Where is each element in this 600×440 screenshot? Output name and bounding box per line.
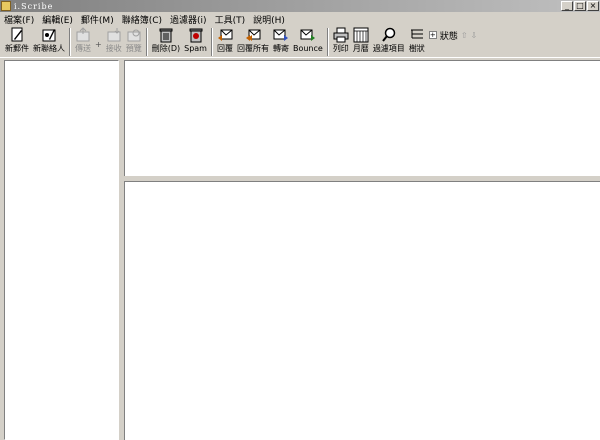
magnifier-icon <box>381 27 397 43</box>
app-icon[interactable] <box>1 1 11 11</box>
delete-button[interactable]: 刪除(D) <box>150 26 182 58</box>
trash-icon <box>158 27 174 43</box>
message-list-pane[interactable] <box>124 60 600 176</box>
status-expand-icon[interactable]: + <box>428 31 437 39</box>
arrow-up-icon[interactable]: ⇧ <box>461 31 468 40</box>
toolbar-separator <box>326 28 329 56</box>
menu-bar: 檔案(F) 編輯(E) 郵件(M) 聯絡簿(C) 過濾器(i) 工具(T) 說明… <box>0 12 600 26</box>
title-bar[interactable]: i.Scribe _ □ × <box>0 0 600 12</box>
bounce-button[interactable]: Bounce <box>291 26 325 58</box>
reply-all-button[interactable]: 回覆所有 <box>235 26 271 58</box>
reply-label: 回覆 <box>216 44 233 53</box>
printer-icon <box>333 27 349 43</box>
toolbar-separator <box>210 28 213 56</box>
menu-help[interactable]: 說明(H) <box>253 13 285 26</box>
preview-label: 預覽 <box>125 44 142 53</box>
spam-button[interactable]: Spam <box>182 26 209 58</box>
filter-items-button[interactable]: 過濾項目 <box>371 26 407 58</box>
arrow-down-icon[interactable]: ⇩ <box>471 31 478 40</box>
threads-button[interactable]: 樹狀 <box>407 26 427 58</box>
receive-label: 接收 <box>105 44 122 53</box>
spam-label: Spam <box>184 44 207 53</box>
send-label: 傳送 <box>75 44 91 53</box>
bounce-icon <box>300 27 316 43</box>
calendar-button[interactable]: 月曆 <box>351 26 371 58</box>
send-options-plus[interactable]: + <box>93 40 104 49</box>
status-filter: + 狀態 ⇧ ⇩ <box>428 28 478 42</box>
delete-label: 刪除(D) <box>151 44 181 53</box>
message-preview-pane[interactable] <box>124 181 600 440</box>
menu-contacts[interactable]: 聯絡簿(C) <box>122 13 162 26</box>
minimize-button[interactable]: _ <box>561 1 573 11</box>
menu-tools[interactable]: 工具(T) <box>215 13 246 26</box>
menu-filters[interactable]: 過濾器(i) <box>170 13 207 26</box>
new-contact-icon <box>41 27 57 43</box>
toolbar-separator <box>145 28 148 56</box>
close-button[interactable]: × <box>587 1 599 11</box>
send-button[interactable]: 傳送 <box>73 26 93 58</box>
folder-tree-pane[interactable] <box>4 60 119 440</box>
menu-mail[interactable]: 郵件(M) <box>81 13 114 26</box>
toolbar-separator <box>69 28 71 56</box>
new-mail-icon <box>9 27 25 43</box>
calendar-icon <box>353 27 369 43</box>
preview-icon <box>126 27 142 43</box>
print-button[interactable]: 列印 <box>331 26 351 58</box>
new-contact-button[interactable]: 新聯絡人 <box>31 26 67 58</box>
new-contact-label: 新聯絡人 <box>33 44 65 53</box>
maximize-button[interactable]: □ <box>574 1 586 11</box>
app-window: i.Scribe _ □ × 檔案(F) 編輯(E) 郵件(M) 聯絡簿(C) … <box>0 0 600 440</box>
window-title: i.Scribe <box>14 1 54 11</box>
forward-button[interactable]: 轉寄 <box>271 26 291 58</box>
reply-all-label: 回覆所有 <box>236 44 269 53</box>
send-icon <box>75 27 91 43</box>
reply-all-icon <box>245 27 261 43</box>
spam-icon <box>188 27 204 43</box>
menu-file[interactable]: 檔案(F) <box>4 13 34 26</box>
preview-button[interactable]: 預覽 <box>124 26 144 58</box>
main-toolbar: 新郵件 新聯絡人 傳送 + 接收 預覽 刪除(D) Spam 回覆 回覆所有 轉… <box>0 26 600 58</box>
bounce-label: Bounce <box>292 44 323 53</box>
calendar-label: 月曆 <box>352 44 369 53</box>
threads-label: 樹狀 <box>408 44 425 53</box>
print-label: 列印 <box>332 44 349 53</box>
window-controls: _ □ × <box>561 1 599 11</box>
filter-items-label: 過濾項目 <box>372 44 405 53</box>
status-label: 狀態 <box>439 31 458 42</box>
reply-icon <box>217 27 233 43</box>
receive-icon <box>106 27 122 43</box>
new-mail-label: 新郵件 <box>5 44 29 53</box>
reply-button[interactable]: 回覆 <box>215 26 235 58</box>
menu-edit[interactable]: 編輯(E) <box>42 13 73 26</box>
forward-label: 轉寄 <box>272 44 289 53</box>
tree-view-icon <box>409 27 425 43</box>
receive-button[interactable]: 接收 <box>104 26 124 58</box>
forward-icon <box>273 27 289 43</box>
new-mail-button[interactable]: 新郵件 <box>3 26 31 58</box>
